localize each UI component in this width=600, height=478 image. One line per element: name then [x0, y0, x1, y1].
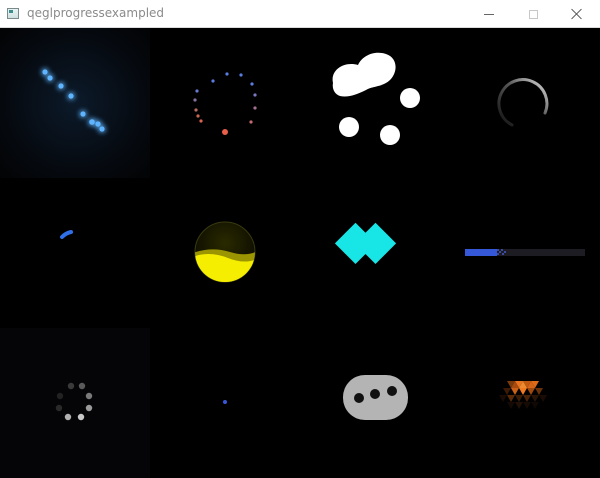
ring-dot: [253, 93, 257, 97]
triangle-pyramid-indicator: [450, 328, 600, 478]
metaball-circle: [380, 125, 400, 145]
glow-dot: [89, 119, 95, 125]
arc-spinner-indicator: [450, 28, 600, 178]
liquid-sphere-indicator: [150, 178, 300, 328]
close-icon: [571, 8, 583, 20]
small-arc-indicator: [0, 178, 150, 328]
pill-dot: [354, 393, 364, 403]
ring-dot: [78, 382, 86, 390]
app-window-icon: [7, 8, 19, 19]
ring-dot: [195, 89, 199, 93]
ring-dot: [85, 392, 93, 400]
metaball-blob: [332, 52, 396, 97]
ring-dot: [253, 106, 257, 110]
glow-dot: [42, 69, 48, 75]
maximize-button[interactable]: [510, 0, 556, 28]
pill-dot: [370, 389, 380, 399]
minimize-button[interactable]: [466, 0, 512, 28]
single-dot-indicator: [150, 328, 300, 478]
window-title: qeglprogressexampled: [27, 6, 165, 20]
ring-dot: [77, 413, 85, 421]
ring-dot: [64, 413, 72, 421]
ring-dot: [196, 114, 200, 118]
ring-dot: [250, 82, 254, 86]
glow-dot: [95, 121, 101, 127]
glow-dot: [80, 111, 86, 117]
metaball-circle: [339, 117, 359, 137]
title-bar[interactable]: qeglprogressexampled: [0, 0, 600, 28]
bar-fill: [465, 249, 497, 256]
pill-dots-indicator: [300, 328, 450, 478]
small-arc: [60, 230, 73, 239]
progress-canvas: [0, 28, 600, 478]
pyramid-triangles: [499, 381, 547, 409]
glow-dot: [47, 75, 53, 81]
grey-dot-ring-indicator: [0, 328, 150, 478]
metaball-blob-indicator: [300, 28, 450, 178]
minimize-icon: [484, 13, 494, 15]
ring-dot: [211, 79, 215, 83]
ring-dot: [249, 120, 253, 124]
glow-dot: [68, 93, 74, 99]
glow-dot: [58, 83, 64, 89]
linear-bar-indicator: [450, 178, 600, 328]
maximize-icon: [528, 9, 538, 19]
glowing-dots-line-indicator: [0, 28, 150, 178]
ring-dot: [55, 404, 63, 412]
ring-dot: [85, 404, 93, 412]
colored-dot-ring-indicator: [150, 28, 300, 178]
ring-dot: [194, 108, 198, 112]
pill-dot: [387, 386, 397, 396]
ring-dot: [222, 129, 228, 135]
single-dot: [223, 400, 227, 404]
ring-dot: [193, 98, 197, 102]
glow-dot: [99, 126, 105, 132]
ring-dot: [199, 119, 203, 123]
metaball-circle: [400, 88, 420, 108]
ring-dot: [225, 72, 229, 76]
ring-dot: [239, 73, 243, 77]
spinner-arc: [497, 78, 549, 127]
ring-dot: [56, 392, 64, 400]
close-button[interactable]: [554, 0, 600, 28]
ring-dot: [67, 382, 75, 390]
diamond-grid-indicator: [300, 178, 450, 328]
